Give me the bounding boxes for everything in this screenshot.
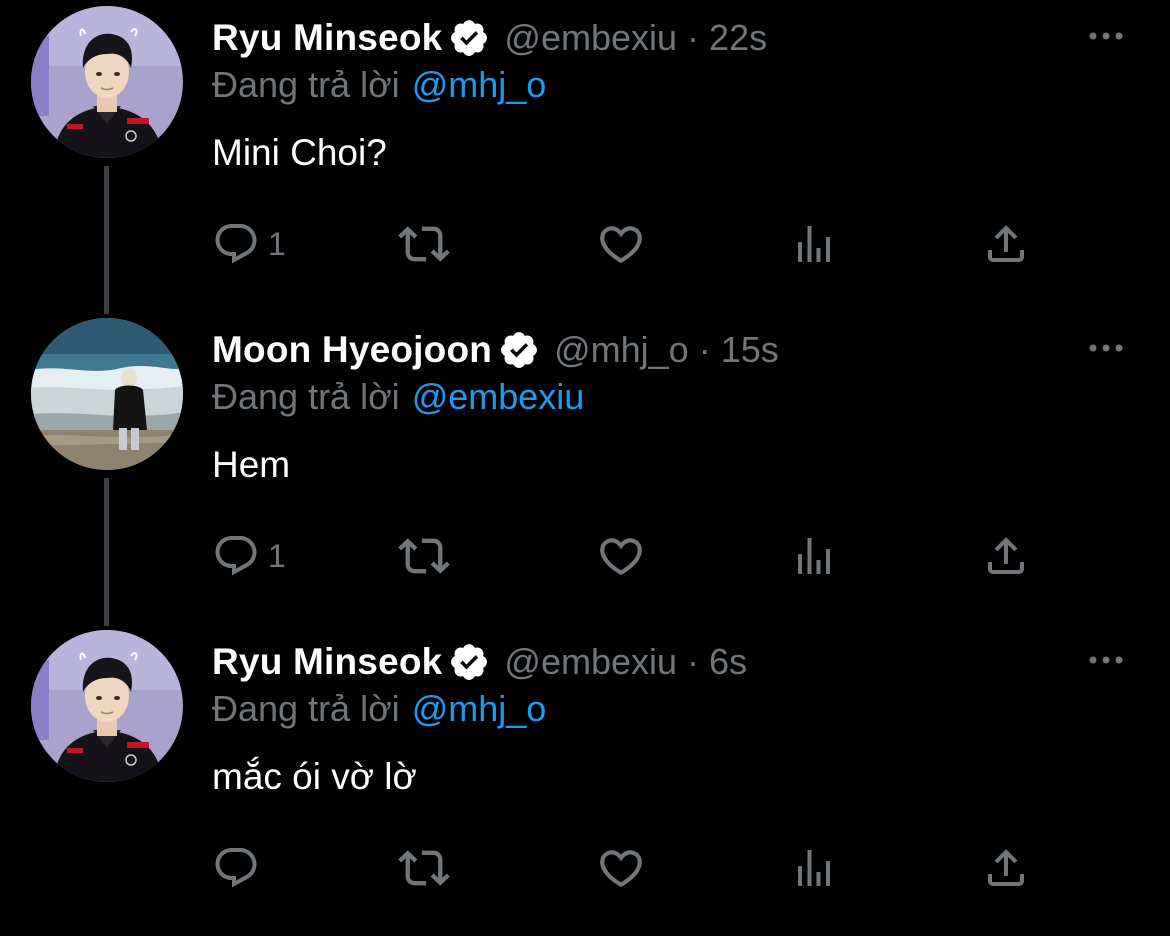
replying-to: Đang trả lời @mhj_o bbox=[212, 64, 546, 106]
username-handle[interactable]: @embexiu bbox=[504, 641, 677, 683]
timestamp[interactable]: 15s bbox=[721, 329, 779, 371]
share-icon bbox=[982, 844, 1030, 892]
views-button[interactable] bbox=[790, 530, 838, 582]
replying-to: Đang trả lời @embexiu bbox=[212, 376, 584, 418]
avatar[interactable] bbox=[31, 630, 183, 782]
thread-connector-line bbox=[104, 478, 109, 626]
retweet-button[interactable] bbox=[398, 530, 450, 582]
tweet-actions: 1 bbox=[212, 530, 1062, 582]
views-button[interactable] bbox=[790, 218, 838, 270]
tweet-header: Ryu Minseok @embexiu · 6s bbox=[212, 638, 747, 686]
like-button[interactable] bbox=[596, 530, 646, 582]
reply-icon bbox=[212, 844, 260, 892]
username-handle[interactable]: @mhj_o bbox=[554, 329, 689, 371]
avatar-beach-icon bbox=[31, 318, 183, 470]
username-handle[interactable]: @embexiu bbox=[504, 17, 677, 59]
share-button[interactable] bbox=[982, 530, 1030, 582]
reply-count: 1 bbox=[268, 225, 286, 262]
tweet[interactable]: Moon Hyeojoon @mhj_o · 15s Đang trả lời @… bbox=[0, 312, 1170, 626]
heart-icon bbox=[596, 531, 646, 581]
like-button[interactable] bbox=[596, 218, 646, 270]
replying-to-label: Đang trả lời bbox=[212, 376, 400, 417]
display-name[interactable]: Ryu Minseok bbox=[212, 17, 442, 59]
share-button[interactable] bbox=[982, 218, 1030, 270]
avatar[interactable] bbox=[31, 318, 183, 470]
reply-mention-link[interactable]: @mhj_o bbox=[412, 688, 547, 729]
views-chart-icon bbox=[790, 844, 838, 892]
tweet-actions: 1 bbox=[212, 218, 1062, 270]
verified-badge-icon[interactable] bbox=[498, 329, 540, 371]
share-button[interactable] bbox=[982, 842, 1030, 894]
tweet-actions bbox=[212, 842, 1062, 894]
tweet-header: Ryu Minseok @embexiu · 22s bbox=[212, 14, 767, 62]
tweet-text: mắc ói vờ lờ bbox=[212, 756, 417, 797]
thread-connector-line bbox=[104, 166, 109, 314]
heart-icon bbox=[596, 219, 646, 269]
heart-icon bbox=[596, 843, 646, 893]
display-name[interactable]: Moon Hyeojoon bbox=[212, 329, 492, 371]
replying-to: Đang trả lời @mhj_o bbox=[212, 688, 546, 730]
tweet[interactable]: Ryu Minseok @embexiu · 22s Đang trả lời @… bbox=[0, 0, 1170, 314]
reply-button[interactable]: 1 bbox=[212, 530, 286, 582]
timestamp[interactable]: 22s bbox=[709, 17, 767, 59]
reply-button[interactable] bbox=[212, 842, 268, 894]
more-options-icon[interactable] bbox=[1086, 650, 1126, 670]
tweet[interactable]: Ryu Minseok @embexiu · 6s Đang trả lời @m… bbox=[0, 624, 1170, 936]
views-chart-icon bbox=[790, 220, 838, 268]
avatar[interactable] bbox=[31, 6, 183, 158]
tweet-text: Hem bbox=[212, 444, 291, 485]
verified-badge-icon[interactable] bbox=[448, 641, 490, 683]
like-button[interactable] bbox=[596, 842, 646, 894]
retweet-icon bbox=[398, 842, 450, 894]
replying-to-label: Đang trả lời bbox=[212, 688, 400, 729]
separator-dot: · bbox=[687, 641, 700, 682]
avatar-esports-player-icon bbox=[31, 630, 183, 782]
more-options-icon[interactable] bbox=[1086, 26, 1126, 46]
separator-dot: · bbox=[687, 17, 700, 58]
more-options-icon[interactable] bbox=[1086, 338, 1126, 358]
tweet-text: Mini Choi? bbox=[212, 132, 387, 173]
timestamp[interactable]: 6s bbox=[709, 641, 747, 683]
share-icon bbox=[982, 220, 1030, 268]
reply-mention-link[interactable]: @embexiu bbox=[412, 376, 585, 417]
retweet-icon bbox=[398, 218, 450, 270]
retweet-button[interactable] bbox=[398, 842, 450, 894]
retweet-button[interactable] bbox=[398, 218, 450, 270]
display-name[interactable]: Ryu Minseok bbox=[212, 641, 442, 683]
reply-icon bbox=[212, 220, 260, 268]
separator-dot: · bbox=[698, 329, 711, 370]
tweet-header: Moon Hyeojoon @mhj_o · 15s bbox=[212, 326, 779, 374]
reply-button[interactable]: 1 bbox=[212, 218, 286, 270]
views-chart-icon bbox=[790, 532, 838, 580]
reply-count: 1 bbox=[268, 537, 286, 574]
views-button[interactable] bbox=[790, 842, 838, 894]
replying-to-label: Đang trả lời bbox=[212, 64, 400, 105]
verified-badge-icon[interactable] bbox=[448, 17, 490, 59]
reply-mention-link[interactable]: @mhj_o bbox=[412, 64, 547, 105]
share-icon bbox=[982, 532, 1030, 580]
retweet-icon bbox=[398, 530, 450, 582]
avatar-esports-player-icon bbox=[31, 6, 183, 158]
reply-icon bbox=[212, 532, 260, 580]
